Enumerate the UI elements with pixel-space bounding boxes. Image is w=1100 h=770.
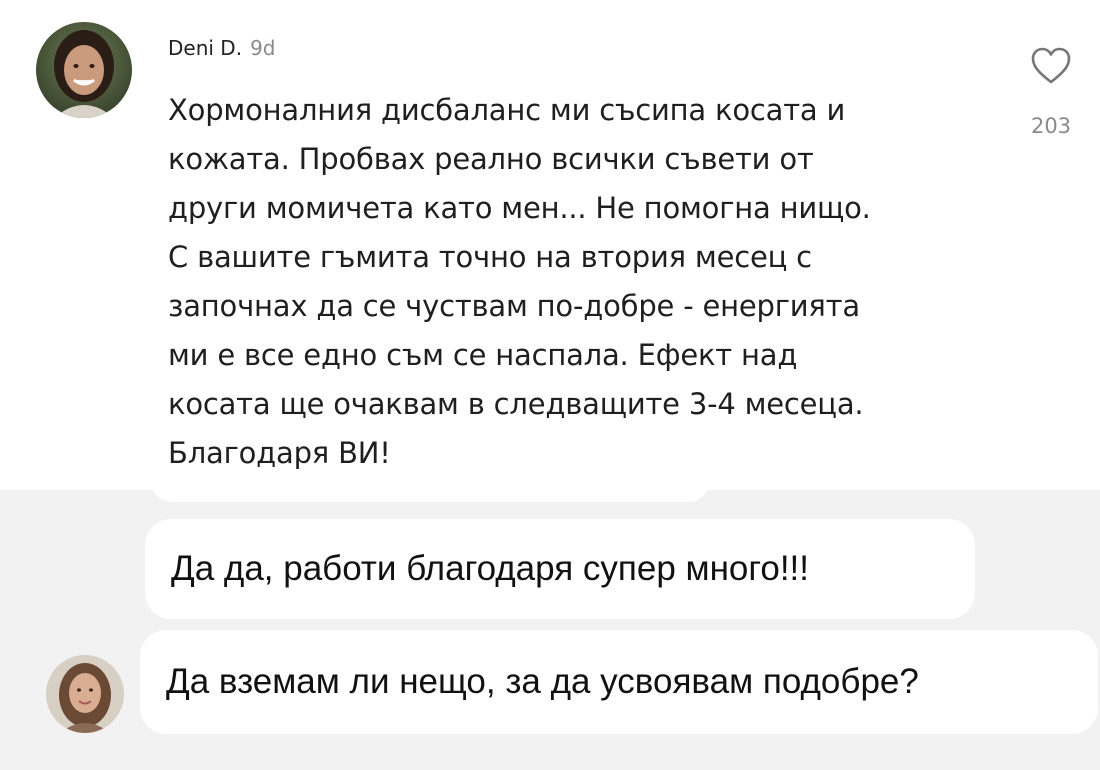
reply-text: Да да, работи благодаря супер много!!!	[171, 549, 809, 588]
heart-outline-icon[interactable]	[1030, 46, 1072, 86]
reply-bubble[interactable]: Да вземам ли нещо, за да усвоявам подобр…	[140, 630, 1098, 734]
comment-header: Deni D. 9d	[168, 36, 275, 66]
like-control: 203	[1016, 46, 1086, 156]
commenter-avatar[interactable]	[36, 22, 132, 118]
like-count: 203	[1030, 114, 1072, 138]
comment-age: 9d	[250, 36, 276, 60]
author-name[interactable]: Deni D.	[168, 36, 242, 60]
reply-avatar[interactable]	[46, 655, 124, 733]
comment-card: Deni D. 9d Хормоналния дисбаланс ми съси…	[0, 0, 1100, 510]
reply-bubble[interactable]: Да да, работи благодаря супер много!!!	[145, 519, 975, 619]
comment-card-tail	[150, 470, 710, 502]
reply-text: Да вземам ли нещо, за да усвоявам подобр…	[166, 662, 919, 701]
comment-text: Хормоналния дисбаланс ми съсипа косата и…	[168, 93, 871, 470]
